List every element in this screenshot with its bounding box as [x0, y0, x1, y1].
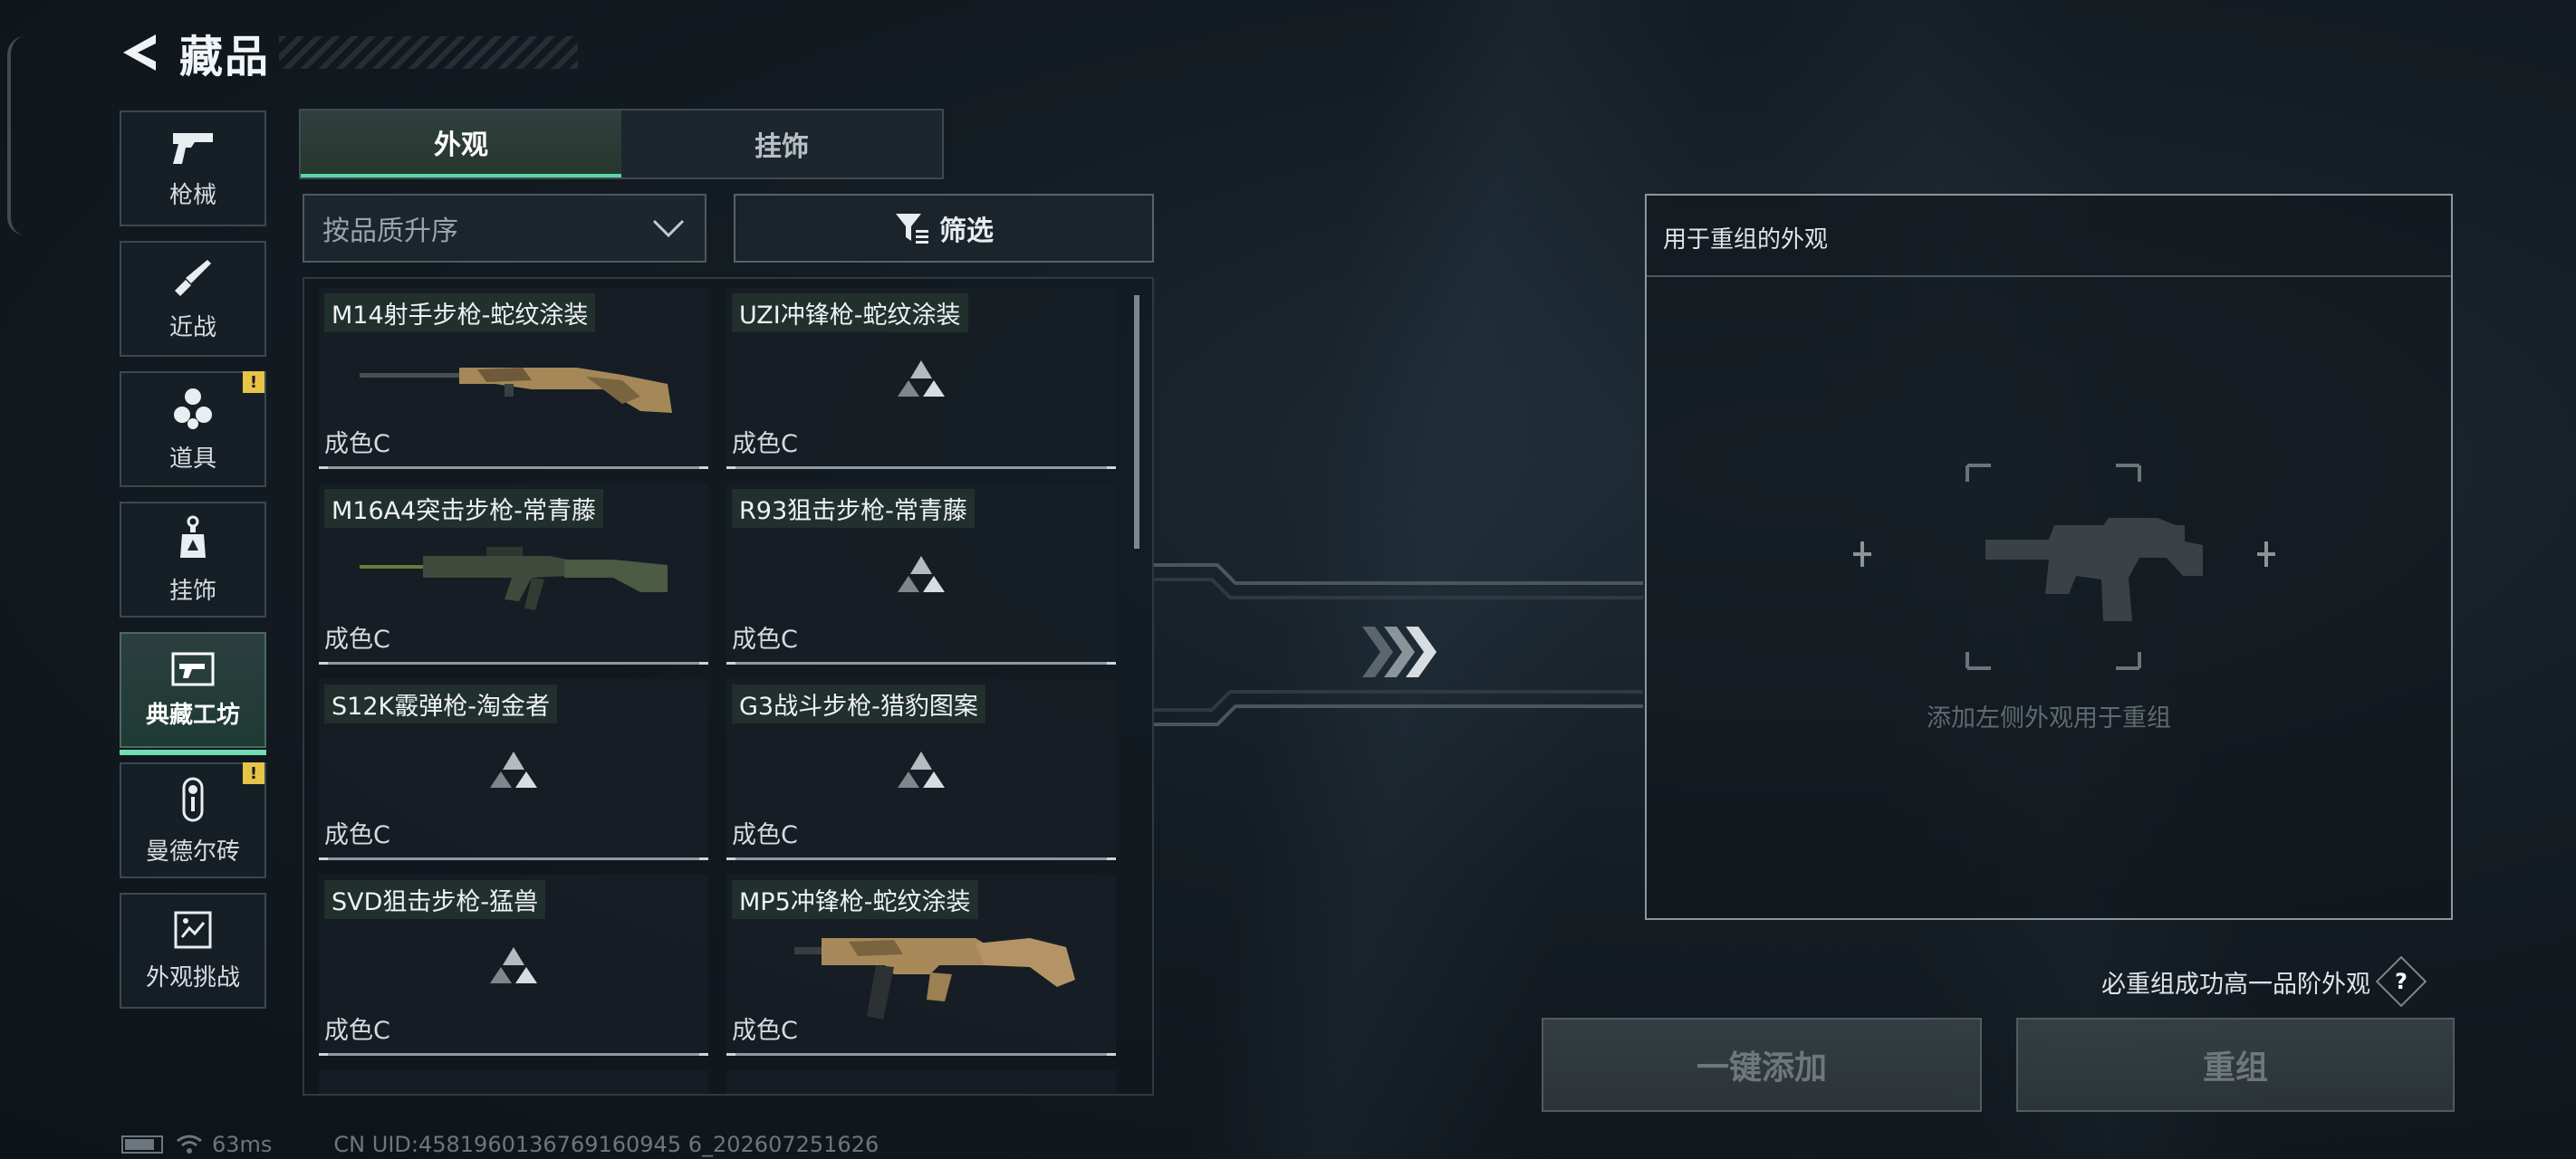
item-name: UZI冲锋枪-蛇纹涂装 [732, 293, 968, 332]
item-grade: 成色C [324, 821, 390, 849]
back-arrow-icon [123, 34, 156, 71]
brick-icon [182, 777, 204, 821]
connector-decoration [1154, 563, 1643, 726]
list-item[interactable]: MP5冲锋枪-蛇纹涂装 成色C [726, 875, 1116, 1056]
item-grade: 成色C [732, 430, 798, 458]
guarantee-info: 必重组成功高一品阶外观 ? [2101, 955, 2427, 1008]
item-grade: 成色C [324, 1017, 390, 1045]
tab-charms[interactable]: 挂饰 [621, 110, 942, 177]
list-item[interactable] [726, 1070, 1116, 1094]
filter-label: 筛选 [939, 216, 994, 247]
page-title: 藏品 [179, 32, 271, 82]
item-name: M16A4突击步枪-常青藤 [324, 489, 604, 528]
sidebar-item-label: 典藏工坊 [145, 701, 240, 729]
remake-panel: 用于重组的外观 添加左侧外观用于重组 [1645, 194, 2453, 920]
rifle-silhouette-icon [1853, 464, 2275, 670]
filter-icon [896, 214, 928, 244]
list-scrollbar[interactable] [1134, 295, 1139, 549]
challenge-icon [174, 911, 212, 948]
header: 藏品 [118, 25, 579, 82]
alert-badge: ! [243, 762, 264, 784]
remake-button[interactable]: 重组 [2016, 1018, 2455, 1112]
list-item[interactable] [319, 1070, 708, 1094]
remake-slot[interactable] [1647, 458, 2451, 679]
sidebar-item-label: 枪械 [168, 181, 216, 209]
battery-icon [121, 1135, 163, 1154]
remake-panel-title: 用于重组的外观 [1647, 196, 2451, 277]
edge-decoration [7, 36, 25, 235]
item-grade: 成色C [732, 626, 798, 654]
item-name: S12K霰弹枪-淘金者 [324, 685, 557, 723]
placeholder-triangle-icon [319, 920, 708, 1011]
user-uid: CN UID:4581960136769160945 6_20260725162… [333, 1132, 879, 1157]
ping-value: 63ms [212, 1132, 273, 1157]
item-grade: 成色C [732, 1017, 798, 1045]
appearance-list[interactable]: M14射手步枪-蛇纹涂装 成色C UZI冲锋枪-蛇纹涂装 成色C M16A4突击… [303, 277, 1154, 1096]
sidebar-item-mandel-brick[interactable]: ! 曼德尔砖 [120, 762, 266, 878]
sidebar: 枪械 近战 ! 道具 挂饰 典藏工坊 ! 曼德尔砖 外观挑战 [120, 110, 266, 1023]
remake-hint: 添加左侧外观用于重组 [1927, 704, 2171, 733]
sidebar-item-label: 道具 [168, 445, 216, 473]
sidebar-item-label: 挂饰 [168, 577, 216, 605]
title-decoration [279, 36, 579, 69]
item-grade: 成色C [324, 626, 390, 654]
placeholder-triangle-icon [726, 333, 1116, 424]
sidebar-item-guns[interactable]: 枪械 [120, 110, 266, 226]
sidebar-item-workshop[interactable]: 典藏工坊 [120, 632, 266, 755]
m16a4-rifle-image [319, 529, 708, 619]
item-name: M14射手步枪-蛇纹涂装 [324, 293, 596, 332]
one-click-add-button[interactable]: 一键添加 [1542, 1018, 1982, 1112]
category-tabs: 外观 挂饰 [299, 109, 944, 179]
filter-button[interactable]: 筛选 [734, 194, 1154, 263]
placeholder-triangle-icon [726, 724, 1116, 815]
workshop-icon [171, 652, 215, 685]
sort-value: 按品质升序 [322, 216, 458, 247]
list-item[interactable]: G3战斗步枪-猎豹图案 成色C [726, 679, 1116, 860]
list-item[interactable]: R93狙击步枪-常青藤 成色C [726, 484, 1116, 665]
sidebar-item-charms[interactable]: 挂饰 [120, 502, 266, 618]
charm-icon [180, 515, 206, 558]
grenade-icon [174, 388, 212, 429]
list-item[interactable]: S12K霰弹枪-淘金者 成色C [319, 679, 708, 860]
sidebar-item-gear[interactable]: ! 道具 [120, 371, 266, 487]
question-icon: ? [2395, 968, 2408, 994]
list-item[interactable]: SVD狙击步枪-猛兽 成色C [319, 875, 708, 1056]
alert-badge: ! [243, 371, 264, 393]
tab-appearance[interactable]: 外观 [301, 110, 621, 177]
item-grade: 成色C [732, 821, 798, 849]
chevron-right-icon [1362, 627, 1437, 677]
placeholder-triangle-icon [319, 724, 708, 815]
sidebar-item-appearance-challenge[interactable]: 外观挑战 [120, 893, 266, 1009]
sidebar-item-melee[interactable]: 近战 [120, 241, 266, 357]
item-name: G3战斗步枪-猎豹图案 [732, 685, 985, 723]
sort-dropdown[interactable]: 按品质升序 [303, 194, 706, 263]
placeholder-triangle-icon [726, 529, 1116, 619]
chevron-down-icon [652, 219, 685, 238]
list-item[interactable]: M16A4突击步枪-常青藤 成色C [319, 484, 708, 665]
status-bar: 63ms CN UID:4581960136769160945 6_202607… [121, 1132, 879, 1157]
wifi-icon [177, 1135, 202, 1154]
item-name: R93狙击步枪-常青藤 [732, 489, 975, 528]
guarantee-text: 必重组成功高一品阶外观 [2101, 970, 2370, 999]
knife-icon [175, 259, 211, 296]
m14-rifle-image [319, 333, 708, 424]
pistol-icon [173, 132, 213, 164]
sidebar-item-label: 近战 [168, 313, 216, 341]
back-button[interactable] [118, 29, 165, 76]
item-name: SVD狙击步枪-猛兽 [324, 880, 546, 919]
item-grade: 成色C [324, 430, 390, 458]
list-item[interactable]: M14射手步枪-蛇纹涂装 成色C [319, 288, 708, 469]
sidebar-item-label: 外观挑战 [145, 963, 240, 991]
help-button[interactable]: ? [2375, 955, 2427, 1008]
list-item[interactable]: UZI冲锋枪-蛇纹涂装 成色C [726, 288, 1116, 469]
sidebar-item-label: 曼德尔砖 [145, 838, 240, 866]
